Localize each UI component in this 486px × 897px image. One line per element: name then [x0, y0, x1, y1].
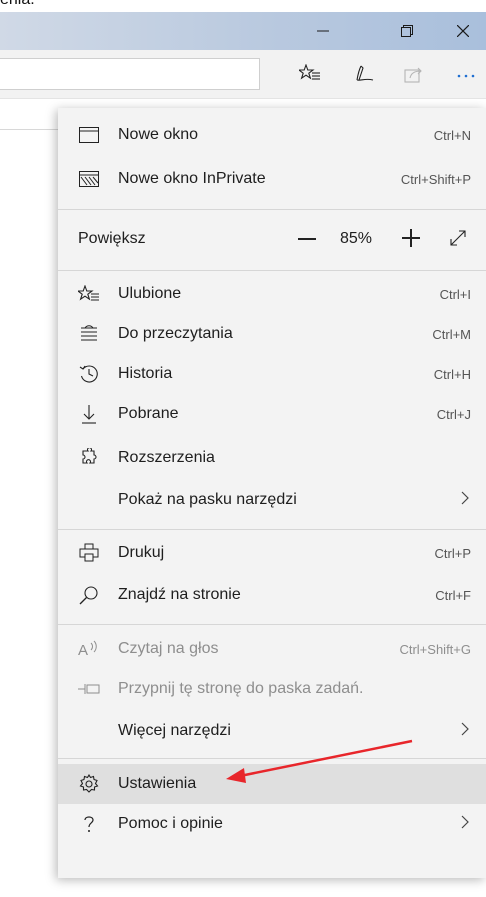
menu-item-label: Więcej narzędzi	[118, 722, 231, 739]
clipped-header-text: enia.	[0, 0, 486, 12]
svg-text:A: A	[78, 642, 88, 659]
chevron-right-icon	[460, 491, 470, 510]
pen-icon[interactable]	[350, 60, 378, 88]
menu-item-label: Pomoc i opinie	[118, 815, 223, 832]
menu-item-label: Ulubione	[118, 285, 182, 302]
share-icon[interactable]	[400, 60, 428, 88]
menu-separator	[58, 209, 486, 210]
menu-separator	[58, 529, 486, 530]
question-mark-icon	[78, 813, 100, 835]
browser-toolbar	[0, 50, 486, 99]
close-button[interactable]	[440, 12, 486, 50]
favorites-star-icon[interactable]	[296, 60, 324, 88]
close-icon	[457, 25, 469, 37]
menu-item-help[interactable]: Pomoc i opinie	[58, 804, 486, 844]
menu-item-label: Pobrane	[118, 405, 179, 422]
shortcut-label: Ctrl+N	[433, 127, 471, 143]
menu-item-settings[interactable]: Ustawienia	[58, 764, 486, 804]
menu-item-label: Czytaj na głos	[118, 640, 219, 657]
menu-item-more-tools[interactable]: Więcej narzędzi	[58, 711, 486, 751]
read-aloud-icon: A	[78, 638, 100, 660]
menu-item-reading-list[interactable]: Do przeczytania Ctrl+M	[58, 314, 486, 354]
history-clock-icon	[78, 363, 100, 385]
minimize-button[interactable]	[300, 12, 346, 50]
menu-item-zoom: Powiększ 85%	[58, 219, 486, 259]
pin-icon	[78, 678, 100, 700]
printer-icon	[78, 542, 100, 564]
minimize-icon	[317, 30, 329, 32]
menu-separator	[58, 758, 486, 759]
menu-separator	[58, 270, 486, 271]
shortcut-label: Ctrl+J	[436, 406, 471, 422]
menu-item-extensions[interactable]: Rozszerzenia	[58, 438, 486, 478]
gear-icon	[78, 773, 100, 795]
inprivate-window-icon	[78, 168, 100, 190]
address-bar[interactable]	[0, 58, 260, 90]
menu-item-find[interactable]: Znajdź na stronie Ctrl+F	[58, 575, 486, 615]
page-content-edge	[0, 99, 60, 130]
chevron-right-icon	[460, 722, 470, 741]
puzzle-icon	[78, 447, 100, 469]
menu-item-read-aloud: A Czytaj na głos Ctrl+Shift+G	[58, 629, 486, 669]
search-icon	[78, 584, 100, 606]
menu-item-label: Drukuj	[118, 544, 165, 561]
shortcut-label: Ctrl+I	[439, 286, 471, 302]
restore-button[interactable]	[384, 12, 430, 50]
window-icon	[78, 124, 100, 146]
menu-item-label: Pokaż na pasku narzędzi	[118, 491, 297, 508]
menu-item-label: Nowe okno InPrivate	[118, 170, 266, 187]
favorites-star-icon	[78, 283, 100, 305]
menu-item-label: Rozszerzenia	[118, 449, 215, 466]
restore-icon	[401, 25, 413, 37]
menu-item-history[interactable]: Historia Ctrl+H	[58, 354, 486, 394]
shortcut-label: Ctrl+F	[435, 587, 471, 603]
menu-item-label: Historia	[118, 365, 173, 382]
shortcut-label: Ctrl+P	[434, 545, 471, 561]
shortcut-label: Ctrl+Shift+G	[399, 641, 471, 657]
clipped-text: enia.	[0, 0, 35, 8]
shortcut-label: Ctrl+H	[433, 366, 471, 382]
zoom-out-button[interactable]	[298, 238, 316, 240]
reading-list-icon	[78, 323, 100, 345]
shortcut-label: Ctrl+Shift+P	[400, 171, 471, 187]
menu-item-label: Ustawienia	[118, 775, 197, 792]
zoom-in-button[interactable]	[402, 229, 420, 247]
download-arrow-icon	[78, 403, 100, 425]
menu-item-new-private[interactable]: Nowe okno InPrivate Ctrl+Shift+P	[58, 159, 486, 199]
menu-item-label: Nowe okno	[118, 126, 199, 143]
browser-menu: Nowe okno Ctrl+N Nowe okno InPrivate Ctr…	[58, 108, 486, 878]
zoom-value: 85%	[340, 230, 373, 247]
chevron-right-icon	[460, 815, 470, 834]
menu-item-label: Do przeczytania	[118, 325, 233, 342]
menu-item-pin-taskbar: Przypnij tę stronę do paska zadań.	[58, 669, 486, 709]
menu-item-print[interactable]: Drukuj Ctrl+P	[58, 533, 486, 573]
menu-item-show-in-toolbar[interactable]: Pokaż na pasku narzędzi	[58, 480, 486, 520]
menu-item-label: Przypnij tę stronę do paska zadań.	[118, 680, 364, 697]
menu-item-favorites[interactable]: Ulubione Ctrl+I	[58, 274, 486, 314]
menu-item-downloads[interactable]: Pobrane Ctrl+J	[58, 394, 486, 434]
shortcut-label: Ctrl+M	[432, 326, 471, 342]
fullscreen-icon[interactable]	[448, 228, 468, 248]
window-titlebar	[0, 12, 486, 50]
more-dots-icon[interactable]	[452, 60, 480, 88]
menu-item-new-window[interactable]: Nowe okno Ctrl+N	[58, 115, 486, 155]
zoom-label: Powiększ	[78, 230, 146, 247]
menu-item-label: Znajdź na stronie	[118, 586, 241, 603]
menu-separator	[58, 624, 486, 625]
